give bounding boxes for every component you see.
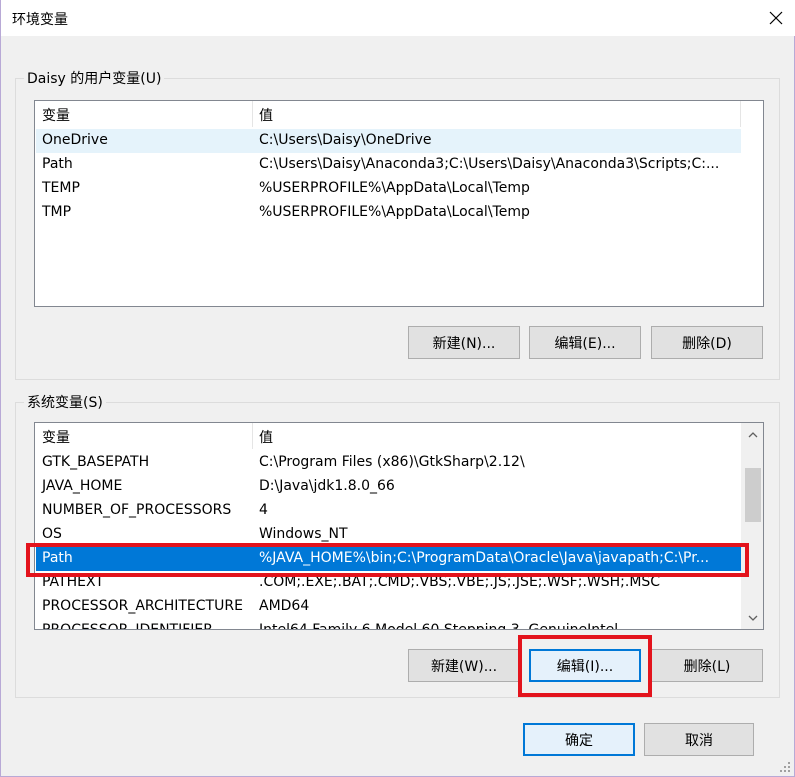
scrollbar-thumb[interactable] bbox=[745, 468, 761, 522]
column-header-variable[interactable]: 变量 bbox=[42, 105, 70, 125]
table-row-selected[interactable]: Path %JAVA_HOME%\bin;C:\ProgramData\Orac… bbox=[36, 547, 741, 571]
close-button[interactable] bbox=[762, 4, 790, 32]
table-row[interactable]: PATHEXT .COM;.EXE;.BAT;.CMD;.VBS;.VBE;.J… bbox=[36, 571, 741, 595]
table-row[interactable]: NUMBER_OF_PROCESSORS 4 bbox=[36, 499, 741, 523]
table-row[interactable]: Path C:\Users\Daisy\Anaconda3;C:\Users\D… bbox=[36, 153, 741, 177]
table-row[interactable]: OS Windows_NT bbox=[36, 523, 741, 547]
column-header-value[interactable]: 值 bbox=[259, 427, 273, 447]
title-bar: 环境变量 bbox=[1, 0, 795, 36]
system-new-button[interactable]: 新建(W)... bbox=[408, 649, 520, 682]
system-edit-button[interactable]: 编辑(I)... bbox=[529, 649, 641, 682]
system-variables-list[interactable]: 变量 值 GTK_BASEPATH C:\Program Files (x86)… bbox=[34, 422, 764, 630]
system-delete-button[interactable]: 删除(L) bbox=[651, 649, 763, 682]
scroll-down-icon[interactable] bbox=[744, 609, 761, 626]
resize-grip-icon[interactable] bbox=[779, 761, 791, 773]
vertical-scrollbar[interactable] bbox=[741, 423, 763, 629]
user-delete-button[interactable]: 删除(D) bbox=[651, 326, 763, 359]
list-header: 变量 值 bbox=[35, 423, 763, 449]
column-header-value[interactable]: 值 bbox=[259, 105, 273, 125]
window-title: 环境变量 bbox=[12, 12, 68, 28]
user-edit-button[interactable]: 编辑(E)... bbox=[529, 326, 641, 359]
table-row[interactable]: PROCESSOR_IDENTIFIER Intel64 Family 6 Mo… bbox=[36, 619, 741, 629]
scroll-up-icon[interactable] bbox=[744, 426, 761, 443]
user-variables-list[interactable]: 变量 值 OneDrive C:\Users\Daisy\OneDrive Pa… bbox=[34, 100, 764, 307]
list-header: 变量 值 bbox=[35, 101, 763, 127]
user-variables-group-label: Daisy 的用户变量(U) bbox=[24, 68, 165, 88]
close-icon bbox=[769, 11, 783, 25]
user-new-button[interactable]: 新建(N)... bbox=[408, 326, 520, 359]
table-row[interactable]: OneDrive C:\Users\Daisy\OneDrive bbox=[36, 129, 741, 153]
ok-button[interactable]: 确定 bbox=[523, 723, 635, 756]
table-row[interactable]: JAVA_HOME D:\Java\jdk1.8.0_66 bbox=[36, 475, 741, 499]
system-variables-group-label: 系统变量(S) bbox=[24, 392, 106, 412]
column-header-variable[interactable]: 变量 bbox=[42, 427, 70, 447]
cancel-button[interactable]: 取消 bbox=[644, 723, 754, 756]
table-row[interactable]: PROCESSOR_ARCHITECTURE AMD64 bbox=[36, 595, 741, 619]
table-row[interactable]: TMP %USERPROFILE%\AppData\Local\Temp bbox=[36, 201, 741, 225]
table-row[interactable]: GTK_BASEPATH C:\Program Files (x86)\GtkS… bbox=[36, 451, 741, 475]
environment-variables-dialog: 环境变量 Daisy 的用户变量(U) 变量 值 OneDrive C:\Use… bbox=[0, 0, 795, 777]
table-row[interactable]: TEMP %USERPROFILE%\AppData\Local\Temp bbox=[36, 177, 741, 201]
